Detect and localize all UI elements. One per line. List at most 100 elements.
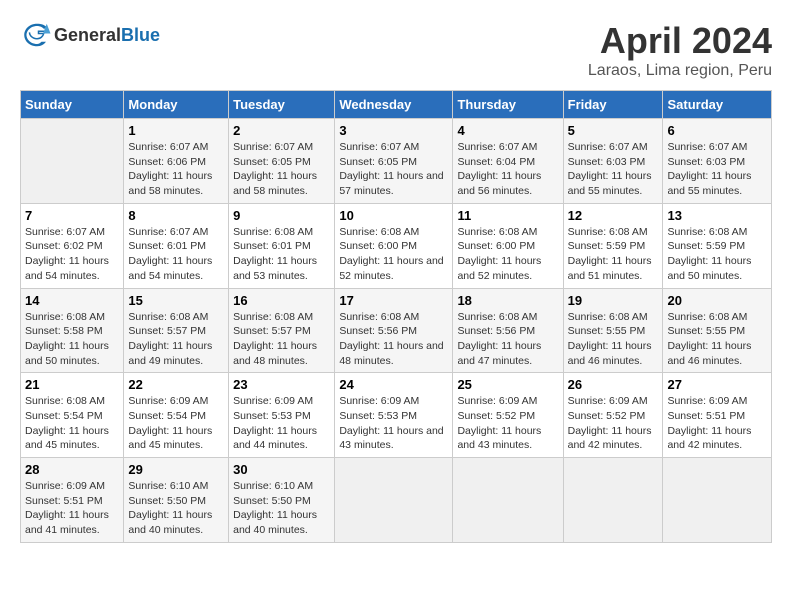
day-info: Sunrise: 6:07 AM Sunset: 6:04 PM Dayligh… xyxy=(457,140,558,199)
day-info: Sunrise: 6:08 AM Sunset: 6:00 PM Dayligh… xyxy=(339,225,448,284)
logo-icon xyxy=(22,20,52,50)
calendar-cell: 8Sunrise: 6:07 AM Sunset: 6:01 PM Daylig… xyxy=(124,203,229,288)
day-number: 4 xyxy=(457,123,558,138)
week-row-4: 21Sunrise: 6:08 AM Sunset: 5:54 PM Dayli… xyxy=(21,373,772,458)
day-number: 26 xyxy=(568,377,659,392)
column-header-saturday: Saturday xyxy=(663,91,772,119)
day-number: 28 xyxy=(25,462,119,477)
calendar-cell: 1 Sunrise: 6:07 AM Sunset: 6:06 PM Daylig… xyxy=(124,119,229,204)
day-number: 7 xyxy=(25,208,119,223)
column-header-sunday: Sunday xyxy=(21,91,124,119)
day-info: Sunrise: 6:09 AM Sunset: 5:53 PM Dayligh… xyxy=(339,394,448,453)
day-info: Sunrise: 6:08 AM Sunset: 5:55 PM Dayligh… xyxy=(568,310,659,369)
day-info: Sunrise: 6:08 AM Sunset: 5:57 PM Dayligh… xyxy=(233,310,330,369)
day-info: Sunrise: 6:07 AM Sunset: 6:02 PM Dayligh… xyxy=(25,225,119,284)
day-number: 24 xyxy=(339,377,448,392)
calendar-cell: 15Sunrise: 6:08 AM Sunset: 5:57 PM Dayli… xyxy=(124,288,229,373)
location-title: Laraos, Lima region, Peru xyxy=(588,62,772,80)
day-number: 15 xyxy=(128,293,224,308)
calendar-cell xyxy=(663,458,772,543)
calendar-cell: 24 Sunrise: 6:09 AM Sunset: 5:53 PM Dayli… xyxy=(335,373,453,458)
day-number: 22 xyxy=(128,377,224,392)
calendar-table: SundayMondayTuesdayWednesdayThursdayFrid… xyxy=(20,90,772,543)
day-info: Sunrise: 6:09 AM Sunset: 5:53 PM Dayligh… xyxy=(233,394,330,453)
day-info: Sunrise: 6:07 AM Sunset: 6:01 PM Dayligh… xyxy=(128,225,224,284)
calendar-cell: 13Sunrise: 6:08 AM Sunset: 5:59 PM Dayli… xyxy=(663,203,772,288)
day-number: 12 xyxy=(568,208,659,223)
day-info: Sunrise: 6:09 AM Sunset: 5:54 PM Dayligh… xyxy=(128,394,224,453)
day-info: Sunrise: 6:07 AM Sunset: 6:03 PM Dayligh… xyxy=(568,140,659,199)
day-info: Sunrise: 6:08 AM Sunset: 6:01 PM Dayligh… xyxy=(233,225,330,284)
calendar-cell: 19 Sunrise: 6:08 AM Sunset: 5:55 PM Dayli… xyxy=(563,288,663,373)
logo: GeneralBlue xyxy=(20,20,160,50)
day-number: 25 xyxy=(457,377,558,392)
day-info: Sunrise: 6:08 AM Sunset: 5:56 PM Dayligh… xyxy=(457,310,558,369)
logo-blue: Blue xyxy=(121,25,160,45)
calendar-cell: 28 Sunrise: 6:09 AM Sunset: 5:51 PM Dayli… xyxy=(21,458,124,543)
calendar-cell: 12Sunrise: 6:08 AM Sunset: 5:59 PM Dayli… xyxy=(563,203,663,288)
calendar-cell: 6Sunrise: 6:07 AM Sunset: 6:03 PM Daylig… xyxy=(663,119,772,204)
calendar-cell: 16 Sunrise: 6:08 AM Sunset: 5:57 PM Dayli… xyxy=(229,288,335,373)
calendar-cell: 5 Sunrise: 6:07 AM Sunset: 6:03 PM Daylig… xyxy=(563,119,663,204)
day-info: Sunrise: 6:09 AM Sunset: 5:52 PM Dayligh… xyxy=(568,394,659,453)
calendar-body: 1 Sunrise: 6:07 AM Sunset: 6:06 PM Daylig… xyxy=(21,119,772,543)
day-number: 10 xyxy=(339,208,448,223)
day-info: Sunrise: 6:08 AM Sunset: 5:58 PM Dayligh… xyxy=(25,310,119,369)
day-info: Sunrise: 6:07 AM Sunset: 6:06 PM Dayligh… xyxy=(128,140,224,199)
calendar-cell: 4 Sunrise: 6:07 AM Sunset: 6:04 PM Daylig… xyxy=(453,119,563,204)
calendar-cell xyxy=(563,458,663,543)
day-number: 30 xyxy=(233,462,330,477)
calendar-cell: 20 Sunrise: 6:08 AM Sunset: 5:55 PM Dayli… xyxy=(663,288,772,373)
logo-text: GeneralBlue xyxy=(54,25,160,46)
calendar-cell: 7 Sunrise: 6:07 AM Sunset: 6:02 PM Daylig… xyxy=(21,203,124,288)
day-info: Sunrise: 6:09 AM Sunset: 5:51 PM Dayligh… xyxy=(25,479,119,538)
title-area: April 2024 Laraos, Lima region, Peru xyxy=(588,20,772,80)
calendar-cell: 10 Sunrise: 6:08 AM Sunset: 6:00 PM Dayli… xyxy=(335,203,453,288)
day-number: 2 xyxy=(233,123,330,138)
day-number: 1 xyxy=(128,123,224,138)
day-number: 6 xyxy=(667,123,767,138)
calendar-cell: 3Sunrise: 6:07 AM Sunset: 6:05 PM Daylig… xyxy=(335,119,453,204)
day-info: Sunrise: 6:08 AM Sunset: 5:56 PM Dayligh… xyxy=(339,310,448,369)
day-number: 23 xyxy=(233,377,330,392)
calendar-cell: 23 Sunrise: 6:09 AM Sunset: 5:53 PM Dayli… xyxy=(229,373,335,458)
day-number: 5 xyxy=(568,123,659,138)
day-number: 20 xyxy=(667,293,767,308)
calendar-cell: 14 Sunrise: 6:08 AM Sunset: 5:58 PM Dayli… xyxy=(21,288,124,373)
day-number: 9 xyxy=(233,208,330,223)
day-number: 29 xyxy=(128,462,224,477)
calendar-cell: 30 Sunrise: 6:10 AM Sunset: 5:50 PM Dayli… xyxy=(229,458,335,543)
day-info: Sunrise: 6:08 AM Sunset: 6:00 PM Dayligh… xyxy=(457,225,558,284)
calendar-cell: 29Sunrise: 6:10 AM Sunset: 5:50 PM Dayli… xyxy=(124,458,229,543)
day-info: Sunrise: 6:08 AM Sunset: 5:55 PM Dayligh… xyxy=(667,310,767,369)
day-number: 18 xyxy=(457,293,558,308)
day-info: Sunrise: 6:09 AM Sunset: 5:51 PM Dayligh… xyxy=(667,394,767,453)
day-number: 14 xyxy=(25,293,119,308)
calendar-cell: 18 Sunrise: 6:08 AM Sunset: 5:56 PM Dayli… xyxy=(453,288,563,373)
calendar-cell: 25 Sunrise: 6:09 AM Sunset: 5:52 PM Dayli… xyxy=(453,373,563,458)
day-number: 19 xyxy=(568,293,659,308)
day-info: Sunrise: 6:08 AM Sunset: 5:59 PM Dayligh… xyxy=(667,225,767,284)
day-info: Sunrise: 6:08 AM Sunset: 5:54 PM Dayligh… xyxy=(25,394,119,453)
calendar-cell: 11 Sunrise: 6:08 AM Sunset: 6:00 PM Dayli… xyxy=(453,203,563,288)
calendar-cell: 22 Sunrise: 6:09 AM Sunset: 5:54 PM Dayli… xyxy=(124,373,229,458)
calendar-cell: 2Sunrise: 6:07 AM Sunset: 6:05 PM Daylig… xyxy=(229,119,335,204)
day-number: 17 xyxy=(339,293,448,308)
week-row-2: 7 Sunrise: 6:07 AM Sunset: 6:02 PM Daylig… xyxy=(21,203,772,288)
day-info: Sunrise: 6:07 AM Sunset: 6:05 PM Dayligh… xyxy=(339,140,448,199)
column-header-tuesday: Tuesday xyxy=(229,91,335,119)
month-title: April 2024 xyxy=(588,20,772,62)
calendar-cell xyxy=(335,458,453,543)
logo-general: General xyxy=(54,25,121,45)
day-number: 16 xyxy=(233,293,330,308)
day-info: Sunrise: 6:09 AM Sunset: 5:52 PM Dayligh… xyxy=(457,394,558,453)
calendar-cell xyxy=(21,119,124,204)
day-info: Sunrise: 6:10 AM Sunset: 5:50 PM Dayligh… xyxy=(233,479,330,538)
column-header-friday: Friday xyxy=(563,91,663,119)
column-header-wednesday: Wednesday xyxy=(335,91,453,119)
week-row-5: 28 Sunrise: 6:09 AM Sunset: 5:51 PM Dayli… xyxy=(21,458,772,543)
calendar-cell: 9 Sunrise: 6:08 AM Sunset: 6:01 PM Daylig… xyxy=(229,203,335,288)
week-row-3: 14 Sunrise: 6:08 AM Sunset: 5:58 PM Dayli… xyxy=(21,288,772,373)
calendar-cell: 17 Sunrise: 6:08 AM Sunset: 5:56 PM Dayli… xyxy=(335,288,453,373)
day-number: 11 xyxy=(457,208,558,223)
